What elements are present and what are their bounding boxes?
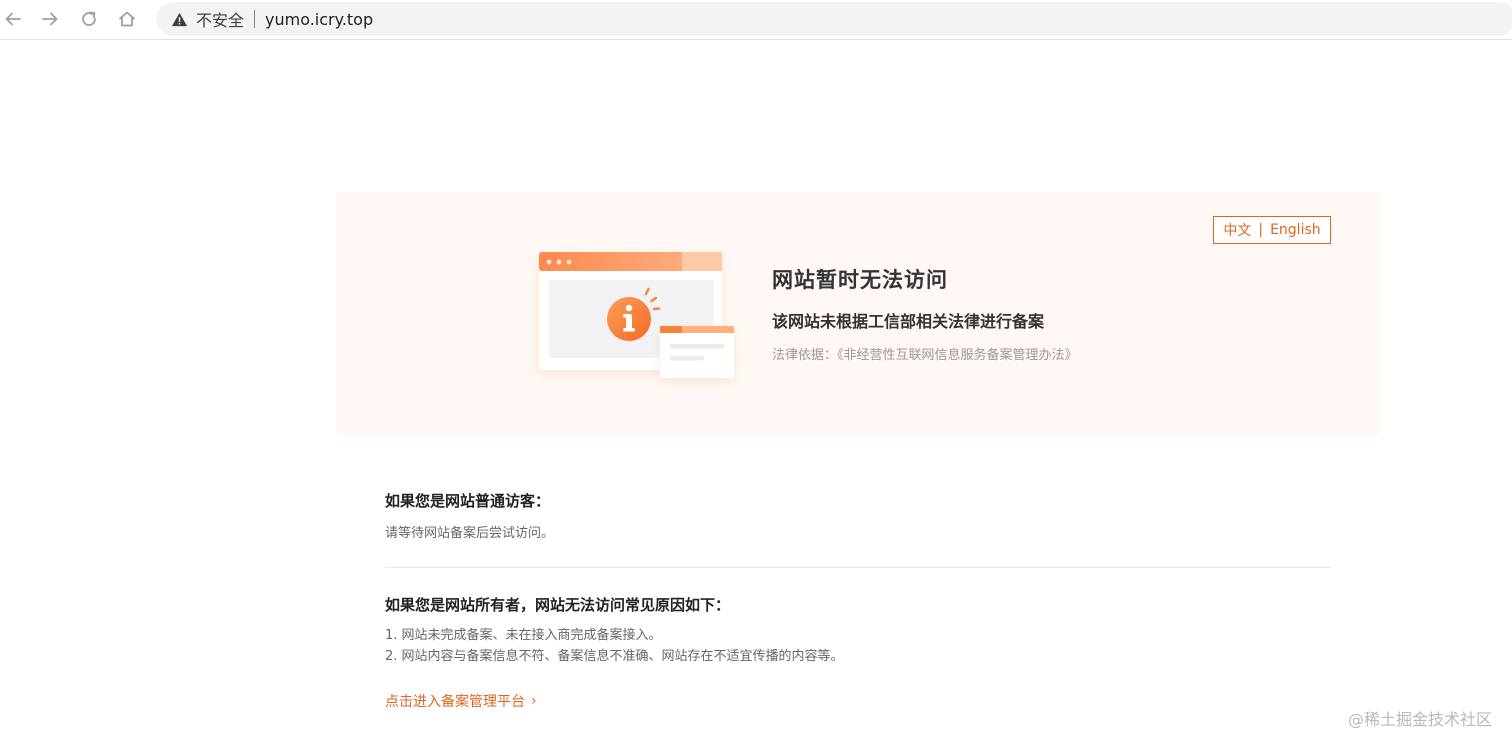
banner-text: 网站暂时无法访问 该网站未根据工信部相关法律进行备案 法律依据：《非经营性互联网… [772, 264, 1078, 363]
list-item: 2. 网站内容与备案信息不符、备案信息不准确、网站存在不适宜传播的内容等。 [385, 649, 844, 664]
lang-separator: | [1258, 222, 1264, 238]
browser-toolbar: 不安全 yumo.icry.top [0, 0, 1512, 40]
visitor-title: 如果您是网站普通访客： [385, 492, 551, 510]
address-divider [254, 10, 256, 28]
url-text[interactable]: yumo.icry.top [265, 10, 373, 29]
content: 如果您是网站普通访客： 请等待网站备案后尝试访问。 如果您是网站所有者，网站无法… [385, 490, 1331, 711]
chevron-right-icon[interactable]: › [531, 693, 537, 709]
filing-platform-link-label[interactable]: 点击进入备案管理平台 [385, 691, 525, 711]
warning-icon[interactable] [170, 10, 188, 28]
home-button[interactable] [114, 6, 140, 32]
reason-list: 1. 网站未完成备案、未在接入商完成备案接入。 2. 网站内容与备案信息不符、备… [385, 625, 1331, 667]
banner-subtitle: 该网站未根据工信部相关法律进行备案 [772, 312, 1045, 331]
banner-title: 网站暂时无法访问 [772, 268, 948, 292]
home-icon [119, 11, 135, 27]
owner-title: 如果您是网站所有者，网站无法访问常见原因如下： [385, 596, 731, 614]
back-button[interactable] [0, 6, 26, 32]
forward-button[interactable] [37, 6, 63, 32]
language-switch: 中文 | English [1213, 216, 1331, 244]
arrow-left-icon [5, 12, 21, 26]
address-bar[interactable]: 不安全 yumo.icry.top [156, 2, 1512, 36]
list-item: 1. 网站未完成备案、未在接入商完成备案接入。 [385, 628, 662, 643]
filing-platform-link[interactable]: 点击进入备案管理平台 › [385, 691, 537, 711]
browser-info-illustration [539, 252, 734, 378]
lang-en-button[interactable]: English [1270, 222, 1321, 238]
watermark: @稀土掘金技术社区 [1347, 710, 1492, 729]
arrow-right-icon [42, 12, 58, 26]
security-status[interactable]: 不安全 [196, 7, 244, 31]
divider [385, 567, 1331, 568]
reload-icon [82, 11, 96, 26]
lang-zh-button[interactable]: 中文 [1223, 220, 1251, 240]
notice-banner: 中文 | English 网站暂时无法访问 该网站未根据工信部相关法律进行备案 … [337, 192, 1381, 435]
banner-law: 法律依据：《非经营性互联网信息服务备案管理办法》 [772, 348, 1078, 363]
visitor-text: 请等待网站备案后尝试访问。 [385, 526, 555, 541]
reload-button[interactable] [76, 6, 102, 32]
